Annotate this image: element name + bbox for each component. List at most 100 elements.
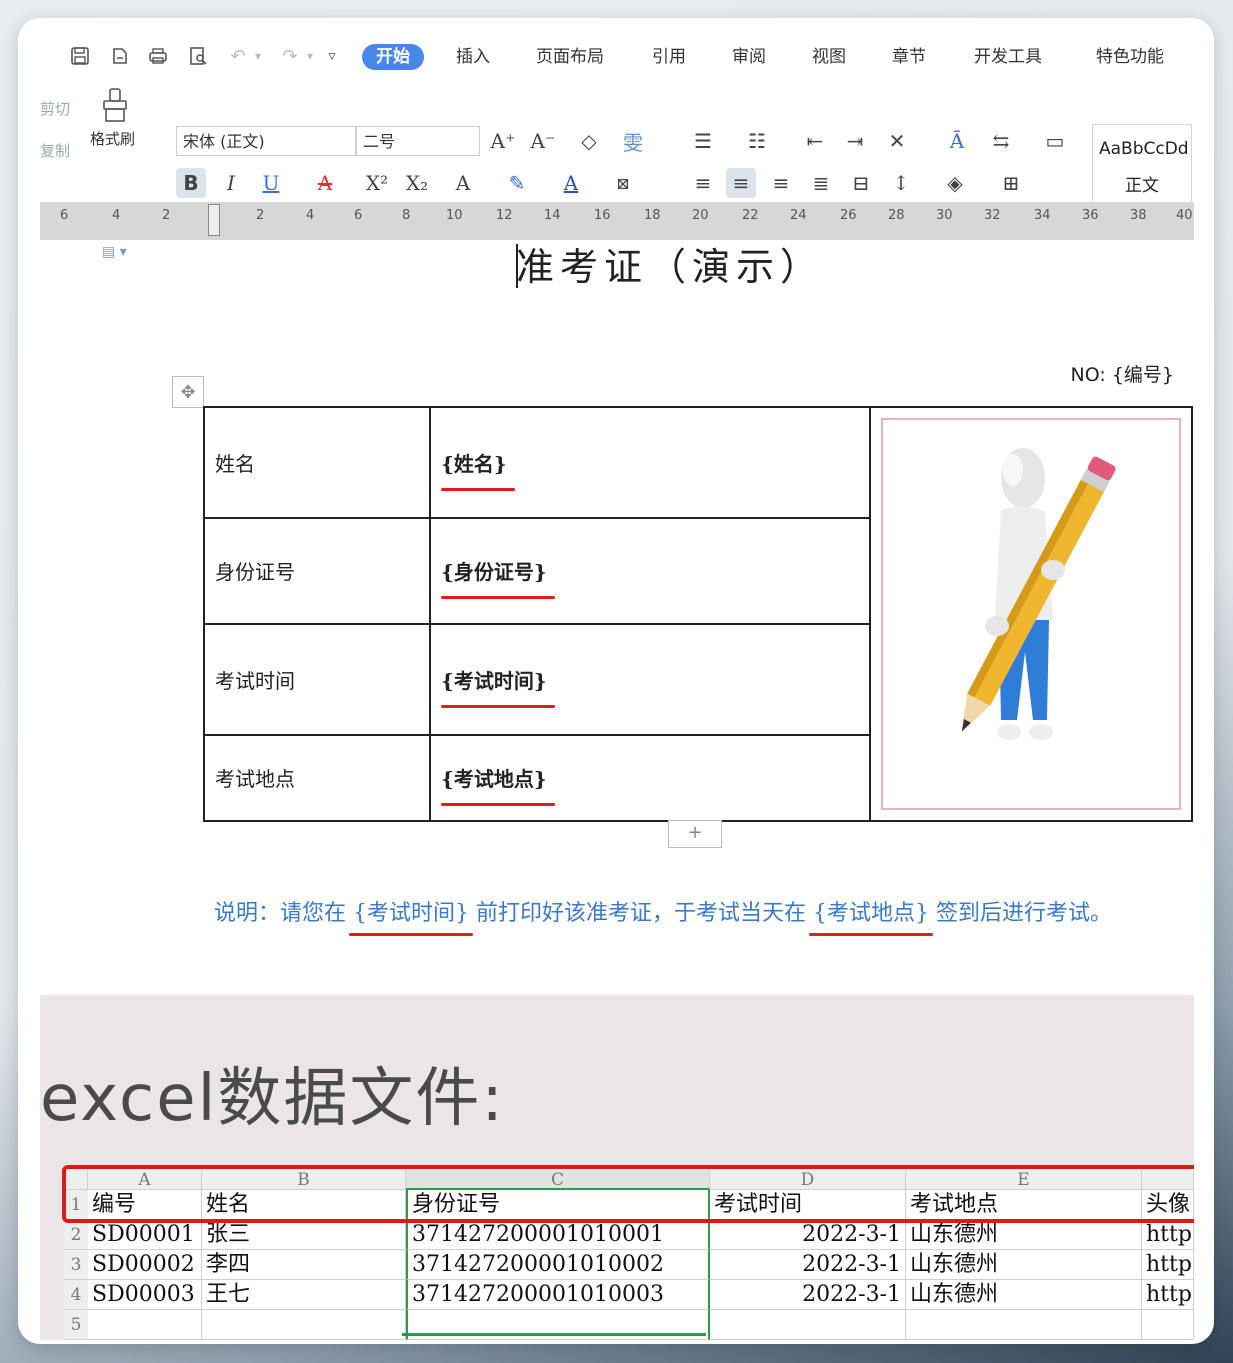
tab-references[interactable]: 引用 <box>646 44 692 70</box>
table-cell[interactable] <box>202 1310 406 1340</box>
tab-insert[interactable]: 插入 <box>450 44 496 70</box>
row-header[interactable]: 3 <box>64 1250 88 1280</box>
undo-dropdown-icon[interactable]: ▾ <box>246 44 270 68</box>
subscript-icon[interactable]: X₂ <box>402 168 432 198</box>
table-cell[interactable] <box>88 1310 202 1340</box>
ruler-mark: 34 <box>1034 208 1051 223</box>
justify-icon[interactable]: ≣ <box>806 168 836 198</box>
bold-button[interactable]: B <box>176 168 206 198</box>
print-icon[interactable] <box>146 44 170 68</box>
tab-special-features[interactable]: 特色功能 <box>1090 44 1170 70</box>
ribbon-tab-bar: ↶ ▾ ↷ ▾ ▿ 开始 插入 页面布局 引用 审阅 视图 章节 开发工具 特色… <box>40 38 1194 74</box>
align-right-icon[interactable]: ≡ <box>766 168 796 198</box>
char-border-icon[interactable]: ⊠ <box>608 168 638 198</box>
table-cell[interactable]: 371427200001010001 <box>406 1220 710 1250</box>
font-size-select[interactable]: 二号 <box>356 126 480 156</box>
column-selection-indicator <box>402 1333 706 1336</box>
ruler-mark: 8 <box>402 208 411 223</box>
table-cell[interactable]: 王七 <box>202 1280 406 1310</box>
row-header[interactable]: 2 <box>64 1220 88 1250</box>
bullets-icon[interactable]: ☰ <box>688 126 718 156</box>
decrease-indent-icon[interactable]: ⇤ <box>800 126 830 156</box>
tab-page-layout[interactable]: 页面布局 <box>530 44 610 70</box>
row-header[interactable]: 5 <box>64 1310 88 1340</box>
table-cell[interactable]: 2022-3-1 <box>710 1250 906 1280</box>
table-cell[interactable]: 371427200001010002 <box>406 1250 710 1280</box>
align-center-button[interactable]: ≡ <box>726 168 756 198</box>
tab-review[interactable]: 审阅 <box>726 44 772 70</box>
ruler-toggle-icon[interactable]: ▭ <box>1040 126 1070 156</box>
table-cell[interactable] <box>1142 1310 1194 1340</box>
copy-button[interactable]: 复制 <box>40 140 70 161</box>
align-left-icon[interactable]: ≡ <box>688 168 718 198</box>
tab-home[interactable]: 开始 <box>362 44 424 70</box>
distribute-icon[interactable]: ⊟ <box>846 168 876 198</box>
numbering-icon[interactable]: ☷ <box>742 126 772 156</box>
table-cell[interactable]: 山东德州 <box>906 1220 1142 1250</box>
tab-developer[interactable]: 开发工具 <box>968 44 1048 70</box>
redo-dropdown-icon[interactable]: ▾ <box>298 44 322 68</box>
placeholder-exam-time: {考试时间} <box>441 665 555 708</box>
ruler-mark: 2 <box>162 208 171 223</box>
table-cell[interactable]: http <box>1142 1250 1194 1280</box>
header-row-highlight-box <box>62 1165 1194 1223</box>
row-header[interactable]: 4 <box>64 1280 88 1310</box>
table-cell[interactable]: 371427200001010003 <box>406 1280 710 1310</box>
save-icon[interactable] <box>68 44 92 68</box>
export-icon[interactable] <box>108 44 132 68</box>
table-cell[interactable]: SD00001 <box>88 1220 202 1250</box>
phonetic-guide-icon[interactable]: 雯 <box>618 126 648 156</box>
highlight-icon[interactable]: ✎ <box>502 168 532 198</box>
show-marks-icon[interactable]: Ā <box>942 126 972 156</box>
table-cell[interactable]: 2022-3-1 <box>710 1280 906 1310</box>
table-cell[interactable]: 2022-3-1 <box>710 1220 906 1250</box>
table-cell[interactable] <box>710 1310 906 1340</box>
chinese-layout-icon[interactable]: ✕ <box>882 126 912 156</box>
table-cell[interactable]: http <box>1142 1220 1194 1250</box>
underline-icon[interactable]: U <box>256 168 286 198</box>
font-name-select[interactable]: 宋体 (正文) <box>176 126 356 156</box>
table-cell[interactable]: 山东德州 <box>906 1250 1142 1280</box>
document-page[interactable]: ▤ ▾ 准考证（演示） NO: {编号} ✥ 姓名 {姓名} 身份证号 {身份证… <box>40 240 1194 995</box>
customize-toolbar-icon[interactable]: ▿ <box>320 44 344 68</box>
print-preview-icon[interactable] <box>186 44 210 68</box>
label-id-number: 身份证号 <box>203 516 431 626</box>
increase-indent-icon[interactable]: ⇥ <box>840 126 870 156</box>
sort-icon[interactable]: ⇆ <box>986 126 1016 156</box>
ruler-mark: 32 <box>984 208 1001 223</box>
table-cell[interactable]: 李四 <box>202 1250 406 1280</box>
clear-format-icon[interactable]: ◇ <box>574 126 604 156</box>
style-normal[interactable]: AaBbCcDd 正文 <box>1092 124 1192 204</box>
format-painter-icon[interactable] <box>102 88 128 122</box>
superscript-icon[interactable]: X² <box>362 168 392 198</box>
ruler-mark: 14 <box>544 208 561 223</box>
add-row-button[interactable]: + <box>668 820 722 848</box>
table-cell[interactable]: SD00002 <box>88 1250 202 1280</box>
font-color-icon[interactable]: A <box>556 168 586 198</box>
table-cell[interactable]: 张三 <box>202 1220 406 1250</box>
table-cell[interactable]: http <box>1142 1280 1194 1310</box>
shading-icon[interactable]: ◈ <box>940 168 970 198</box>
grow-font-icon[interactable]: A⁺ <box>488 126 518 156</box>
indent-marker[interactable] <box>208 204 220 236</box>
shrink-font-icon[interactable]: A⁻ <box>528 126 558 156</box>
tab-chapter[interactable]: 章节 <box>886 44 932 70</box>
value-name: {姓名} <box>429 406 871 519</box>
style-preview-text: AaBbCcDd <box>1099 139 1189 159</box>
borders-icon[interactable]: ⊞ <box>996 168 1026 198</box>
table-cell[interactable]: 山东德州 <box>906 1280 1142 1310</box>
table-move-handle-icon[interactable]: ✥ <box>172 376 204 408</box>
page-options-icon[interactable]: ▤ ▾ <box>102 244 127 260</box>
tab-view[interactable]: 视图 <box>806 44 852 70</box>
strikethrough-icon[interactable]: A <box>310 168 340 198</box>
horizontal-ruler[interactable]: 6 4 2 2 4 6 8 10 12 14 16 18 20 22 24 26… <box>40 202 1194 240</box>
placeholder-name: {姓名} <box>441 448 515 491</box>
table-cell[interactable]: SD00003 <box>88 1280 202 1310</box>
italic-icon[interactable]: I <box>216 168 246 198</box>
ruler-mark: 24 <box>790 208 807 223</box>
text-effect-icon[interactable]: A <box>448 168 478 198</box>
cut-button[interactable]: 剪切 <box>40 98 70 119</box>
line-spacing-icon[interactable]: ↕ <box>886 168 916 198</box>
format-painter-button[interactable]: 格式刷 <box>90 128 135 149</box>
table-cell[interactable] <box>906 1310 1142 1340</box>
